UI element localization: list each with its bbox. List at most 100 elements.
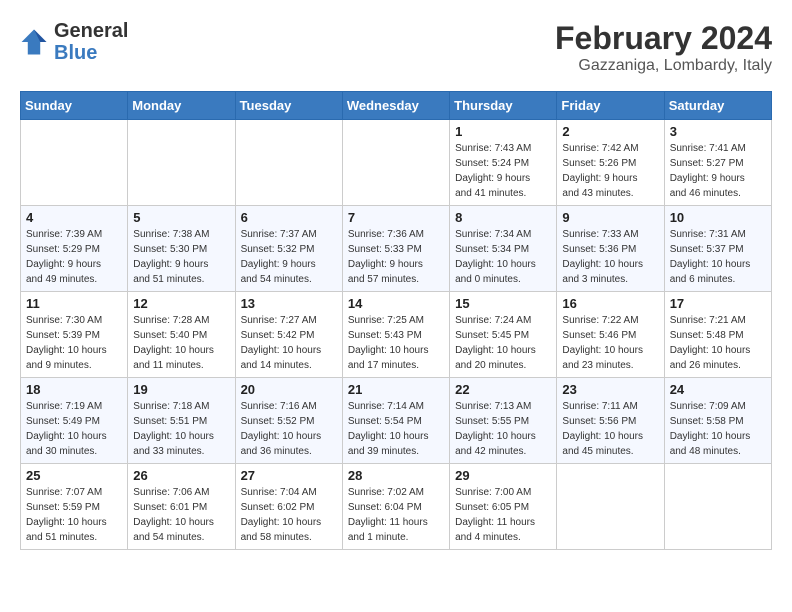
calendar-cell: 7 Sunrise: 7:36 AM Sunset: 5:33 PM Daylig… — [342, 206, 449, 292]
calendar-week-row: 11 Sunrise: 7:30 AM Sunset: 5:39 PM Dayli… — [21, 292, 772, 378]
day-info: Sunrise: 7:38 AM Sunset: 5:30 PM Dayligh… — [133, 227, 229, 287]
day-info: Sunrise: 7:31 AM Sunset: 5:37 PM Dayligh… — [670, 227, 766, 287]
day-number: 7 — [348, 210, 444, 225]
day-number: 2 — [562, 124, 658, 139]
logo-text: General Blue — [54, 20, 128, 64]
day-number: 18 — [26, 382, 122, 397]
day-info: Sunrise: 7:24 AM Sunset: 5:45 PM Dayligh… — [455, 313, 551, 373]
day-number: 11 — [26, 296, 122, 311]
day-number: 4 — [26, 210, 122, 225]
calendar-day-header: Monday — [128, 92, 235, 120]
day-info: Sunrise: 7:22 AM Sunset: 5:46 PM Dayligh… — [562, 313, 658, 373]
calendar-cell: 13 Sunrise: 7:27 AM Sunset: 5:42 PM Dayli… — [235, 292, 342, 378]
day-number: 17 — [670, 296, 766, 311]
calendar-cell: 22 Sunrise: 7:13 AM Sunset: 5:55 PM Dayli… — [450, 378, 557, 464]
day-number: 27 — [241, 468, 337, 483]
calendar-cell: 8 Sunrise: 7:34 AM Sunset: 5:34 PM Daylig… — [450, 206, 557, 292]
logo: General Blue — [20, 20, 128, 64]
day-number: 22 — [455, 382, 551, 397]
calendar-cell: 2 Sunrise: 7:42 AM Sunset: 5:26 PM Daylig… — [557, 120, 664, 206]
day-number: 13 — [241, 296, 337, 311]
day-number: 9 — [562, 210, 658, 225]
day-number: 10 — [670, 210, 766, 225]
day-info: Sunrise: 7:42 AM Sunset: 5:26 PM Dayligh… — [562, 141, 658, 201]
calendar-cell: 10 Sunrise: 7:31 AM Sunset: 5:37 PM Dayli… — [664, 206, 771, 292]
day-number: 25 — [26, 468, 122, 483]
calendar-cell — [235, 120, 342, 206]
day-info: Sunrise: 7:39 AM Sunset: 5:29 PM Dayligh… — [26, 227, 122, 287]
calendar-day-header: Tuesday — [235, 92, 342, 120]
calendar-cell: 17 Sunrise: 7:21 AM Sunset: 5:48 PM Dayli… — [664, 292, 771, 378]
calendar-cell: 23 Sunrise: 7:11 AM Sunset: 5:56 PM Dayli… — [557, 378, 664, 464]
calendar-cell: 12Sunrise: 7:28 AM Sunset: 5:40 PM Dayli… — [128, 292, 235, 378]
day-info: Sunrise: 7:34 AM Sunset: 5:34 PM Dayligh… — [455, 227, 551, 287]
day-number: 15 — [455, 296, 551, 311]
day-number: 1 — [455, 124, 551, 139]
day-info: Sunrise: 7:14 AM Sunset: 5:54 PM Dayligh… — [348, 399, 444, 459]
page-header: General Blue February 2024 Gazzaniga, Lo… — [20, 20, 772, 75]
day-info: Sunrise: 7:30 AM Sunset: 5:39 PM Dayligh… — [26, 313, 122, 373]
day-number: 16 — [562, 296, 658, 311]
calendar-week-row: 25 Sunrise: 7:07 AM Sunset: 5:59 PM Dayli… — [21, 464, 772, 550]
day-number: 21 — [348, 382, 444, 397]
day-info: Sunrise: 7:36 AM Sunset: 5:33 PM Dayligh… — [348, 227, 444, 287]
calendar-cell: 3Sunrise: 7:41 AM Sunset: 5:27 PM Daylig… — [664, 120, 771, 206]
day-number: 14 — [348, 296, 444, 311]
day-info: Sunrise: 7:33 AM Sunset: 5:36 PM Dayligh… — [562, 227, 658, 287]
day-info: Sunrise: 7:11 AM Sunset: 5:56 PM Dayligh… — [562, 399, 658, 459]
day-info: Sunrise: 7:19 AM Sunset: 5:49 PM Dayligh… — [26, 399, 122, 459]
day-info: Sunrise: 7:07 AM Sunset: 5:59 PM Dayligh… — [26, 485, 122, 545]
calendar-cell: 14 Sunrise: 7:25 AM Sunset: 5:43 PM Dayli… — [342, 292, 449, 378]
day-number: 3 — [670, 124, 766, 139]
calendar-cell: 25 Sunrise: 7:07 AM Sunset: 5:59 PM Dayli… — [21, 464, 128, 550]
day-number: 26 — [133, 468, 229, 483]
calendar-day-header: Wednesday — [342, 92, 449, 120]
day-number: 24 — [670, 382, 766, 397]
calendar-cell: 9 Sunrise: 7:33 AM Sunset: 5:36 PM Daylig… — [557, 206, 664, 292]
calendar-cell: 21 Sunrise: 7:14 AM Sunset: 5:54 PM Dayli… — [342, 378, 449, 464]
calendar-cell: 6 Sunrise: 7:37 AM Sunset: 5:32 PM Daylig… — [235, 206, 342, 292]
logo-icon — [20, 28, 48, 56]
calendar-cell: 15 Sunrise: 7:24 AM Sunset: 5:45 PM Dayli… — [450, 292, 557, 378]
calendar-day-header: Saturday — [664, 92, 771, 120]
calendar-cell — [664, 464, 771, 550]
calendar-day-header: Thursday — [450, 92, 557, 120]
calendar-cell: 26 Sunrise: 7:06 AM Sunset: 6:01 PM Dayli… — [128, 464, 235, 550]
day-info: Sunrise: 7:06 AM Sunset: 6:01 PM Dayligh… — [133, 485, 229, 545]
calendar-cell: 28Sunrise: 7:02 AM Sunset: 6:04 PM Dayli… — [342, 464, 449, 550]
day-info: Sunrise: 7:00 AM Sunset: 6:05 PM Dayligh… — [455, 485, 551, 545]
day-number: 29 — [455, 468, 551, 483]
day-info: Sunrise: 7:09 AM Sunset: 5:58 PM Dayligh… — [670, 399, 766, 459]
day-number: 20 — [241, 382, 337, 397]
day-info: Sunrise: 7:43 AM Sunset: 5:24 PM Dayligh… — [455, 141, 551, 201]
day-info: Sunrise: 7:28 AM Sunset: 5:40 PM Dayligh… — [133, 313, 229, 373]
day-info: Sunrise: 7:25 AM Sunset: 5:43 PM Dayligh… — [348, 313, 444, 373]
location: Gazzaniga, Lombardy, Italy — [555, 57, 772, 75]
day-info: Sunrise: 7:16 AM Sunset: 5:52 PM Dayligh… — [241, 399, 337, 459]
day-number: 28 — [348, 468, 444, 483]
calendar-cell: 1 Sunrise: 7:43 AM Sunset: 5:24 PM Daylig… — [450, 120, 557, 206]
day-number: 6 — [241, 210, 337, 225]
calendar-day-header: Friday — [557, 92, 664, 120]
day-info: Sunrise: 7:18 AM Sunset: 5:51 PM Dayligh… — [133, 399, 229, 459]
calendar-week-row: 1 Sunrise: 7:43 AM Sunset: 5:24 PM Daylig… — [21, 120, 772, 206]
day-number: 19 — [133, 382, 229, 397]
day-info: Sunrise: 7:13 AM Sunset: 5:55 PM Dayligh… — [455, 399, 551, 459]
calendar-cell: 20 Sunrise: 7:16 AM Sunset: 5:52 PM Dayli… — [235, 378, 342, 464]
day-info: Sunrise: 7:37 AM Sunset: 5:32 PM Dayligh… — [241, 227, 337, 287]
day-number: 23 — [562, 382, 658, 397]
day-number: 5 — [133, 210, 229, 225]
calendar-cell: 16 Sunrise: 7:22 AM Sunset: 5:46 PM Dayli… — [557, 292, 664, 378]
calendar-cell — [128, 120, 235, 206]
calendar-week-row: 4 Sunrise: 7:39 AM Sunset: 5:29 PM Daylig… — [21, 206, 772, 292]
day-number: 8 — [455, 210, 551, 225]
title-block: February 2024 Gazzaniga, Lombardy, Italy — [555, 20, 772, 75]
day-info: Sunrise: 7:21 AM Sunset: 5:48 PM Dayligh… — [670, 313, 766, 373]
calendar-cell — [21, 120, 128, 206]
calendar-cell: 27 Sunrise: 7:04 AM Sunset: 6:02 PM Dayli… — [235, 464, 342, 550]
calendar-header-row: SundayMondayTuesdayWednesdayThursdayFrid… — [21, 92, 772, 120]
calendar-cell: 11 Sunrise: 7:30 AM Sunset: 5:39 PM Dayli… — [21, 292, 128, 378]
day-info: Sunrise: 7:27 AM Sunset: 5:42 PM Dayligh… — [241, 313, 337, 373]
calendar-cell: 29 Sunrise: 7:00 AM Sunset: 6:05 PM Dayli… — [450, 464, 557, 550]
day-info: Sunrise: 7:04 AM Sunset: 6:02 PM Dayligh… — [241, 485, 337, 545]
